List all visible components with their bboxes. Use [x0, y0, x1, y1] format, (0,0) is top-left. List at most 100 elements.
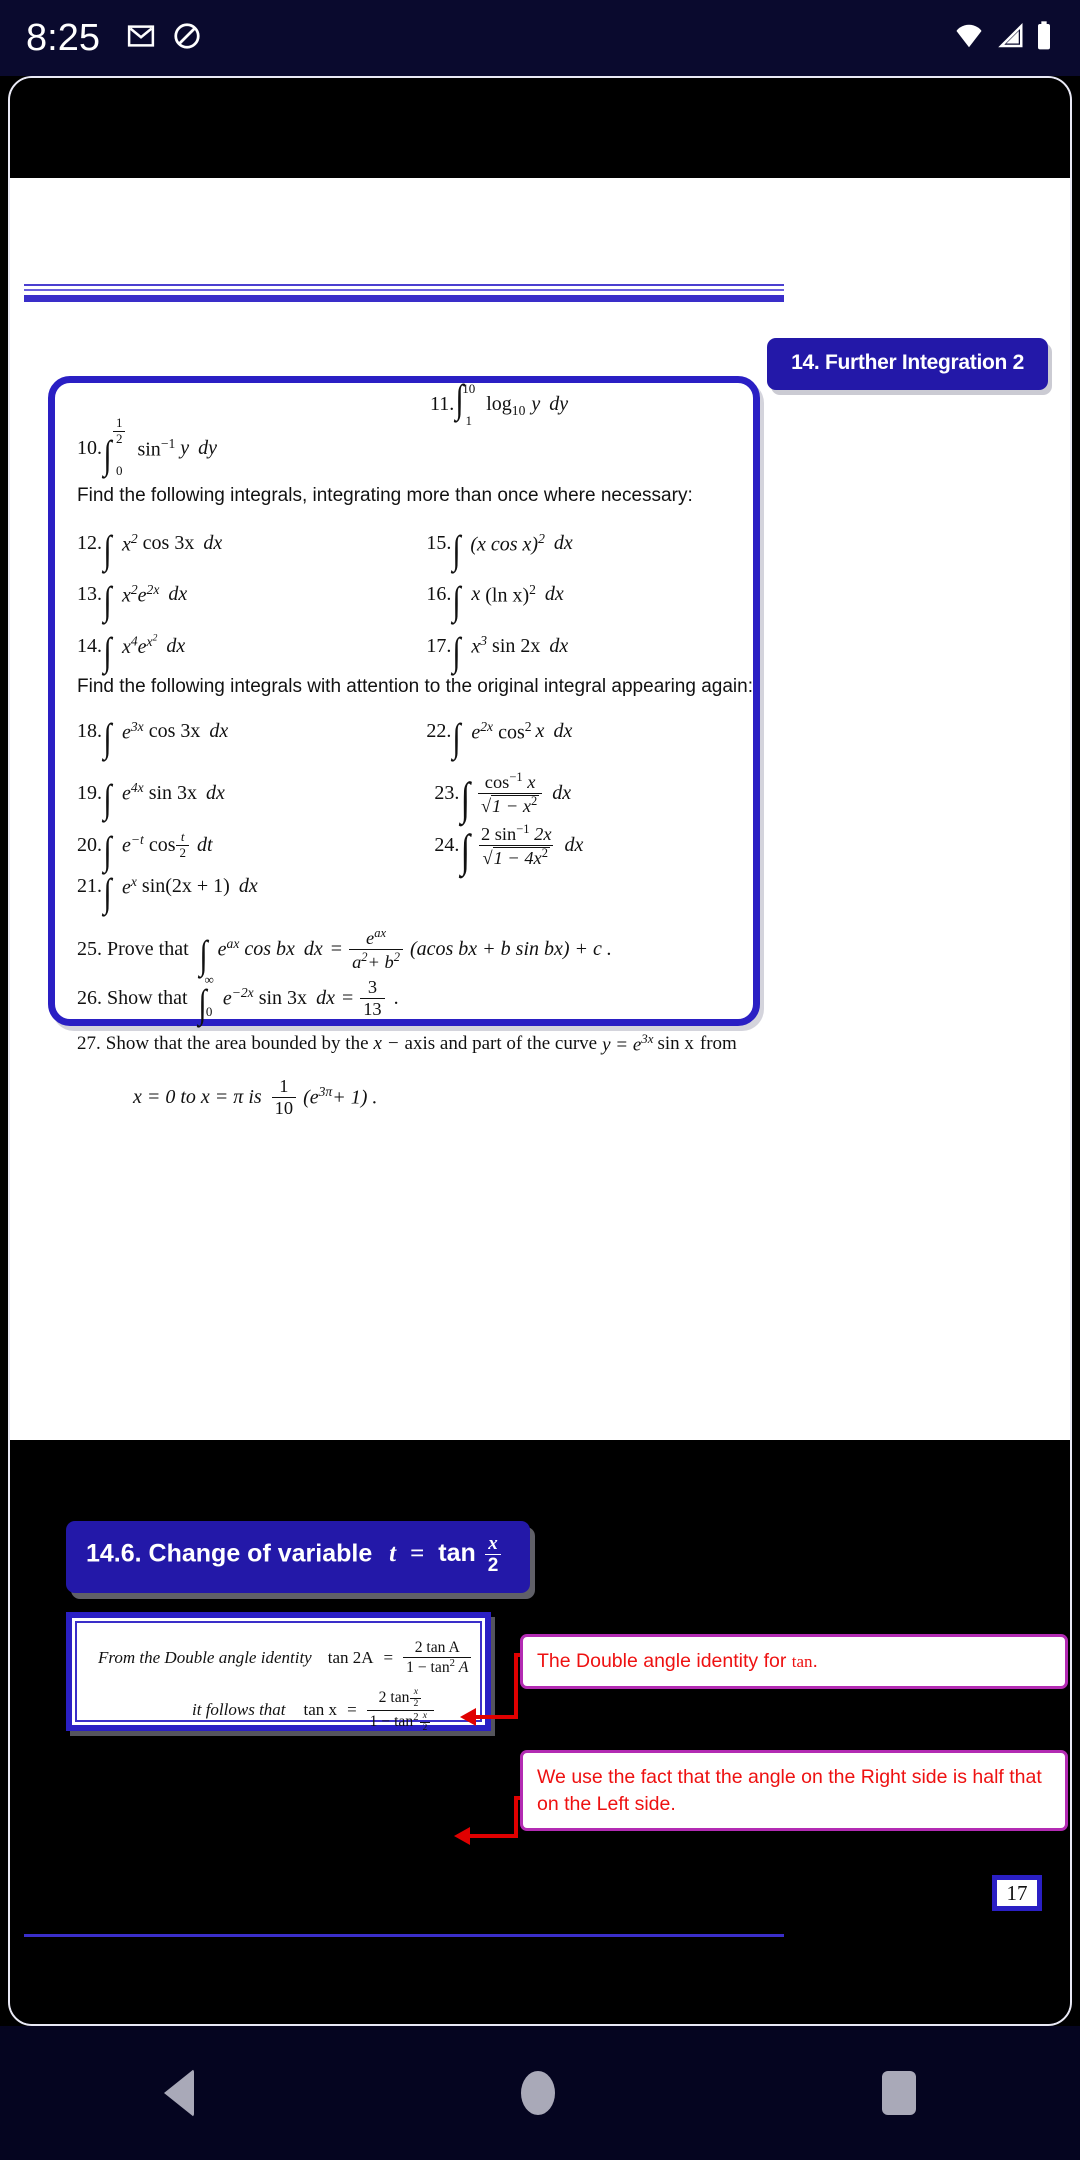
signal-icon: [995, 21, 1025, 56]
fraction: 2 sin−1 2x √1 − 4x2: [478, 822, 555, 868]
section-heading-text: 14.6. Change of variable: [86, 1539, 373, 1568]
exercise-item-27-line2: x = 0 to x = π is 1 10 (e3π+ 1) .: [133, 1076, 831, 1118]
item-number: 26.: [77, 986, 102, 1009]
item-number: 12.: [77, 532, 102, 555]
identity-label-2: it follows that: [192, 1700, 286, 1720]
exercise-item-18: 18. ∫ e3x cos 3x dx: [77, 714, 229, 760]
item-number: 10.: [77, 437, 102, 460]
section-heading-fraction: x 2: [484, 1533, 502, 1577]
item-number: 24.: [434, 833, 460, 856]
section-heading-equals: =: [410, 1540, 425, 1568]
limit-upper: 10: [462, 381, 476, 396]
item-number: 11.: [430, 393, 455, 415]
limit-lower: 1: [465, 412, 472, 428]
item-number: 19.: [77, 781, 102, 804]
rule-line-2: [24, 289, 784, 291]
exercise-row-18-22: 18. ∫ e3x cos 3x dx 22. ∫ e2x cos2 x dx: [55, 714, 753, 760]
log-base: 10: [511, 403, 526, 418]
differential: dx: [238, 875, 258, 898]
slide-page: 14. Further Integration 2 11. ∫ 10 1 log…: [10, 178, 1070, 1999]
exercise-row-12-15: 12. ∫ x2 cos 3x dx 15. ∫ (x cos x)2 dx: [55, 526, 753, 572]
fraction-numerator: 2 sin−1 2x: [480, 822, 552, 845]
exercise-item-22: 22. ∫ e2x cos2 x dx: [426, 714, 573, 760]
sine-term: sin x: [657, 1032, 694, 1054]
differential: dx: [168, 583, 188, 606]
fraction: eax a2+ b2: [349, 926, 403, 972]
expression: (ln x)2: [485, 582, 536, 607]
prompt-text: Show that: [107, 986, 188, 1009]
text-part-a: Show that the area bounded by the: [105, 1032, 369, 1054]
differential: dt: [196, 833, 213, 856]
fraction: t2: [176, 830, 189, 860]
callout-text: The Double angle identity for: [537, 1650, 787, 1672]
exercise-item-20: 20. ∫ e−t cos t2 dt: [77, 828, 213, 874]
fraction-numerator: eax: [366, 926, 387, 949]
differential: dy: [198, 437, 218, 460]
identity-line-2: it follows that tan x = 2 tan x 2 1 − tan2…: [192, 1686, 437, 1733]
period: .: [393, 986, 399, 1009]
callout-half-angle-note: We use the fact that the angle on the Ri…: [520, 1750, 1068, 1832]
text-part-c: from: [699, 1032, 737, 1054]
home-icon[interactable]: [520, 2071, 555, 2115]
exercise-box: 11. ∫ 10 1 log10 y dy 10. ∫ 12 0 sin−1 y…: [48, 376, 760, 1118]
annotation-vertical-1: [514, 1653, 518, 1717]
letterbox-bottom: [10, 1940, 1070, 2024]
fraction-numerator: 2 tan x 2: [376, 1686, 426, 1710]
exercise-item-15: 15. ∫ (x cos x)2 dx: [426, 526, 573, 572]
page-number: 17: [992, 1875, 1042, 1911]
integral-limits: 12 0: [110, 415, 129, 477]
item-number: 21.: [77, 875, 102, 898]
callout-period: .: [812, 1650, 818, 1672]
expression: x2: [121, 531, 138, 556]
rule-line-3: [24, 295, 784, 302]
item-number: 16.: [426, 583, 452, 606]
expression: e−t: [121, 832, 144, 858]
limit-upper: ∞: [204, 972, 214, 988]
item-number: 23.: [434, 781, 460, 804]
status-right-icons: [952, 20, 1054, 57]
identity-label-1: From the Double angle identity: [98, 1647, 312, 1667]
fraction-numerator: 2 tan A: [414, 1639, 460, 1656]
fraction: cos−1 x √1 − x2: [477, 770, 543, 816]
function: sin 3x: [258, 986, 308, 1009]
exercise-item-19: 19. ∫ e4x sin 3x dx: [77, 776, 225, 822]
differential: dx: [553, 720, 573, 743]
equals-sign: =: [330, 937, 343, 960]
function: sin(2x + 1): [141, 875, 230, 898]
prompt-text: Prove that: [107, 937, 189, 960]
function: cos2: [498, 719, 532, 744]
limit-upper: 12: [110, 415, 129, 446]
exercise-item-14: 14. ∫ x4ex2 dx: [77, 629, 186, 675]
differential: dx: [209, 720, 229, 743]
expression: e3x: [121, 719, 144, 744]
status-clock: 8:25: [26, 16, 100, 59]
exercise-item-10: 10. ∫ 12 0 sin−1 y dy: [77, 415, 218, 479]
equals-sign: =: [341, 986, 354, 1009]
back-icon[interactable]: [163, 2069, 194, 2117]
callout-math-tan: tan: [791, 1652, 813, 1671]
differential: dx: [552, 781, 572, 804]
recents-icon[interactable]: [882, 2071, 917, 2115]
fraction-denominator: 13: [360, 997, 385, 1020]
expression: x4ex2: [121, 633, 158, 659]
expression: x3: [471, 633, 488, 658]
section-heading-tan: tan: [438, 1539, 476, 1568]
log-fn: log10: [486, 393, 526, 418]
limit-lower: 0: [205, 1004, 213, 1020]
annotation-horizontal-2b: [470, 1834, 518, 1838]
item-number: 14.: [77, 634, 102, 657]
differential: dx: [553, 532, 573, 555]
battery-icon: [1034, 20, 1054, 57]
x-axis-math: x −: [373, 1032, 400, 1054]
footer-rule-1: [24, 1934, 784, 1937]
identity-box: From the Double angle identity tan 2A = …: [66, 1612, 491, 1733]
identity-equals-2: =: [347, 1700, 357, 1720]
result-expression: (e3π+ 1) .: [303, 1084, 378, 1109]
function: cos 3x: [148, 720, 201, 743]
lead-var: x: [471, 583, 481, 606]
integral-limits: 10 1: [462, 382, 475, 427]
status-left-icons: [126, 21, 202, 56]
exercise-row-20-24: 20. ∫ e−t cos t2 dt 24. ∫ 2 sin−1 2x √1 …: [55, 822, 753, 874]
exercise-item-12: 12. ∫ x2 cos 3x dx: [77, 526, 223, 572]
identity-equals-1: =: [383, 1647, 394, 1667]
